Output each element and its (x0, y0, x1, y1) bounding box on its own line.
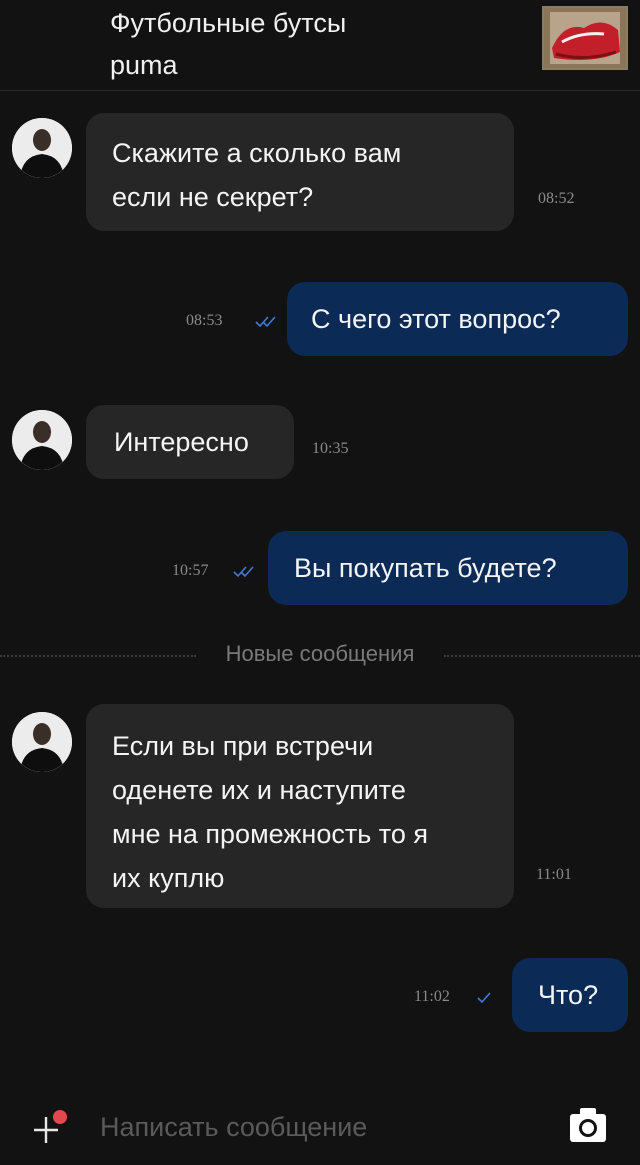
user-photo (12, 712, 72, 772)
message-bubble-outgoing[interactable]: Что? (512, 958, 628, 1032)
message-bubble-outgoing[interactable]: С чего этот вопрос? (287, 282, 628, 356)
message-text: Что? (538, 980, 599, 1010)
message-text: Вы покупать будете? (294, 553, 557, 583)
message-time: 11:02 (414, 988, 450, 1005)
plus-icon[interactable] (30, 1109, 70, 1149)
avatar[interactable] (12, 712, 72, 772)
message-time: 11:01 (536, 866, 572, 883)
message-bubble-outgoing[interactable]: Вы покупать будете? (268, 531, 628, 605)
divider-line-right (444, 655, 640, 657)
message-bubble-incoming[interactable]: Интересно (86, 405, 294, 479)
message-text: Если вы при встречи оденете их и наступи… (112, 731, 428, 893)
product-thumbnail[interactable] (542, 6, 628, 70)
composer-bar (0, 1085, 640, 1165)
message-text: С чего этот вопрос? (311, 304, 561, 334)
message-bubble-incoming[interactable]: Если вы при встречи оденете их и наступи… (86, 704, 514, 908)
message-bubble-incoming[interactable]: Скажите а сколько вам если не секрет? (86, 113, 514, 231)
message-input[interactable] (100, 1105, 520, 1149)
avatar[interactable] (12, 118, 72, 178)
new-messages-divider: Новые сообщения (225, 641, 415, 666)
double-check-icon (233, 566, 254, 578)
message-text: Интересно (114, 427, 249, 457)
user-photo (12, 410, 72, 470)
double-check-icon (255, 316, 276, 328)
camera-icon[interactable] (566, 1103, 610, 1147)
message-time: 10:35 (312, 440, 349, 457)
user-photo (12, 118, 72, 178)
message-text: Скажите а сколько вам если не секрет? (112, 138, 402, 212)
shoe-image (544, 8, 626, 68)
message-time: 10:57 (172, 562, 209, 579)
message-time: 08:52 (538, 190, 575, 207)
chat-header: Футбольные бутсы puma (0, 0, 640, 91)
message-time: 08:53 (186, 312, 223, 329)
listing-title[interactable]: Футбольные бутсы puma (110, 2, 510, 86)
check-icon (477, 992, 491, 1004)
avatar[interactable] (12, 410, 72, 470)
